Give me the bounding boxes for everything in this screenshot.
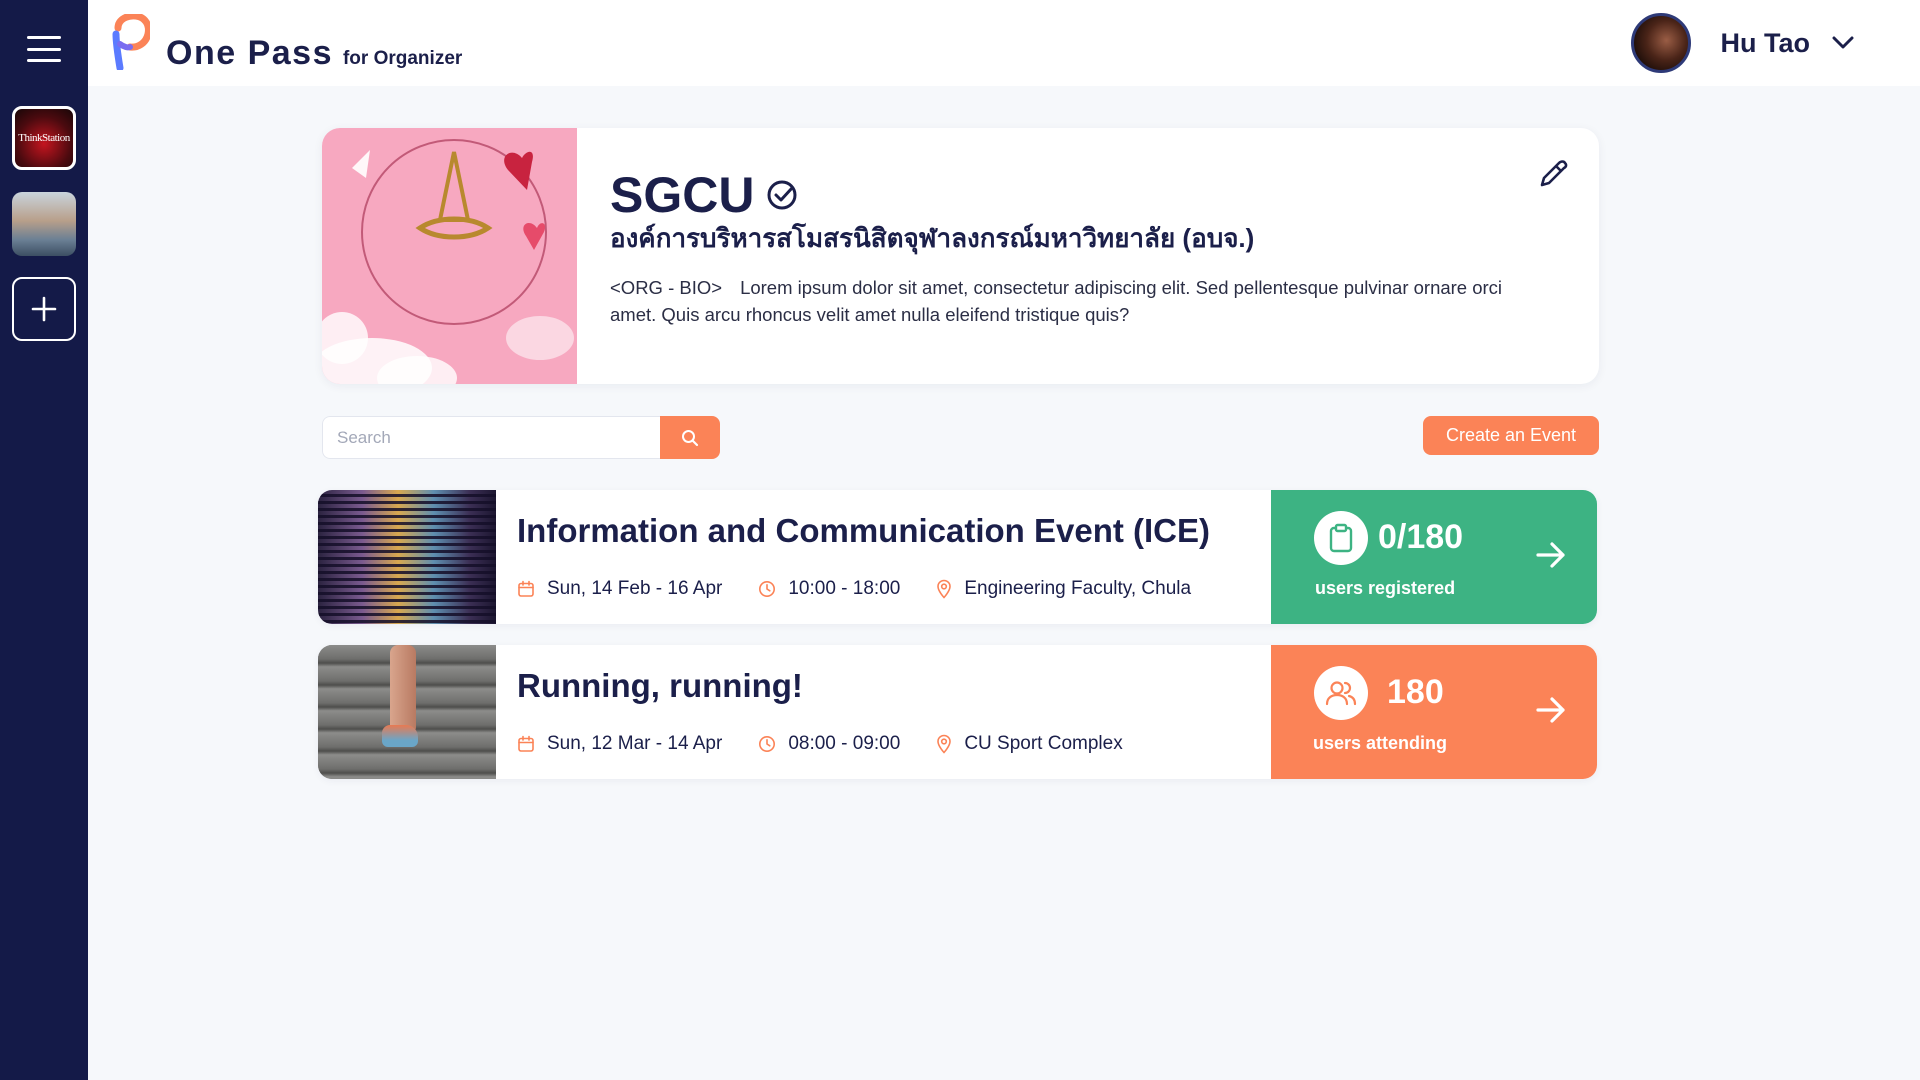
brand-title: One Pass <box>166 34 333 72</box>
event-card-ice[interactable]: Information and Communication Event (ICE… <box>318 490 1597 624</box>
calendar-icon <box>518 580 534 597</box>
brand[interactable]: One Pass for Organizer <box>108 14 462 70</box>
event-image-leg <box>390 645 416 735</box>
event-location: Engineering Faculty, Chula <box>936 578 1191 600</box>
calendar-icon <box>518 735 534 752</box>
user-name: Hu Tao <box>1720 27 1811 58</box>
search-bar <box>322 416 720 459</box>
event-stat-panel[interactable]: 180 users attending <box>1271 645 1597 779</box>
stat-icon-badge <box>1314 666 1368 720</box>
hamburger-menu-icon[interactable] <box>27 36 61 62</box>
plus-icon <box>31 296 57 322</box>
user-menu[interactable]: Hu Tao <box>1630 13 1855 73</box>
event-image <box>318 490 496 624</box>
event-date-text: Sun, 12 Mar - 14 Apr <box>547 733 723 754</box>
users-icon <box>1325 681 1357 706</box>
stat-value: 0/180 <box>1378 518 1464 556</box>
search-input[interactable] <box>322 416 660 459</box>
org-full-name: องค์การบริหารสโมสรนิสิตจุฬาลงกรณ์มหาวิทย… <box>610 223 1255 253</box>
add-org-button[interactable] <box>12 277 76 341</box>
brand-subtitle: for Organizer <box>342 48 463 69</box>
org-logo <box>322 128 577 384</box>
event-meta: Sun, 14 Feb - 16 Apr 10:00 - 18:00 Engin… <box>517 578 1227 600</box>
avatar[interactable] <box>1630 13 1691 73</box>
stat-label: users registered <box>1315 578 1456 598</box>
clock-icon <box>759 581 776 597</box>
clock-icon <box>759 736 776 752</box>
arrow-right-icon[interactable] <box>1535 695 1567 725</box>
search-icon <box>682 429 699 446</box>
org-profile-card: SGCU องค์การบริหารสโมสรนิสิตจุฬาลงกรณ์มห… <box>322 128 1599 384</box>
location-pin-icon <box>937 734 952 754</box>
event-time: 10:00 - 18:00 <box>758 578 900 600</box>
clipboard-icon <box>1329 523 1353 553</box>
stat-value: 180 <box>1387 673 1444 711</box>
stat-icon-badge <box>1314 511 1368 565</box>
event-stat-panel[interactable]: 0/180 users registered <box>1271 490 1597 624</box>
org-name-text: SGCU <box>610 167 755 223</box>
event-time-text: 08:00 - 09:00 <box>788 733 901 754</box>
sidebar-rail: ThinkStation <box>0 0 88 1080</box>
verified-check-icon <box>767 180 797 210</box>
sidebar-org-meeting[interactable] <box>12 192 76 256</box>
event-card-running[interactable]: Running, running! Sun, 12 Mar - 14 Apr 0… <box>318 645 1597 779</box>
org-bio-tag: <ORG - BIO> <box>610 277 723 298</box>
top-bar: One Pass for Organizer Hu Tao <box>88 0 1920 86</box>
search-button[interactable] <box>660 416 720 459</box>
event-date-text: Sun, 14 Feb - 16 Apr <box>547 578 723 599</box>
event-location: CU Sport Complex <box>936 733 1123 755</box>
arrow-right-icon[interactable] <box>1535 540 1567 570</box>
org-bio: <ORG - BIO> Lorem ipsum dolor sit amet, c… <box>610 274 1530 328</box>
event-time-text: 10:00 - 18:00 <box>788 578 901 599</box>
org-bio-text: Lorem ipsum dolor sit amet, consectetur … <box>610 277 1503 325</box>
one-pass-logo-icon <box>112 14 150 70</box>
create-event-button[interactable]: Create an Event <box>1423 416 1599 455</box>
event-image-shoe <box>382 725 418 747</box>
org-name: SGCU <box>610 166 798 224</box>
event-location-text: Engineering Faculty, Chula <box>964 578 1192 599</box>
chevron-down-icon[interactable] <box>1832 36 1854 50</box>
org-logo-art <box>322 139 574 384</box>
event-date: Sun, 12 Mar - 14 Apr <box>517 733 722 755</box>
pencil-icon[interactable] <box>1537 158 1569 190</box>
event-meta: Sun, 12 Mar - 14 Apr 08:00 - 09:00 CU Sp… <box>517 733 1159 755</box>
location-pin-icon <box>937 579 952 599</box>
event-title: Information and Communication Event (ICE… <box>517 512 1211 549</box>
event-title: Running, running! <box>517 667 803 704</box>
sidebar-org-thinkstation[interactable]: ThinkStation <box>12 106 76 170</box>
event-date: Sun, 14 Feb - 16 Apr <box>517 578 722 600</box>
event-time: 08:00 - 09:00 <box>758 733 900 755</box>
event-image <box>318 645 496 779</box>
stat-label: users attending <box>1313 733 1448 753</box>
org-thumb-label: ThinkStation <box>18 132 70 144</box>
event-location-text: CU Sport Complex <box>964 733 1123 754</box>
